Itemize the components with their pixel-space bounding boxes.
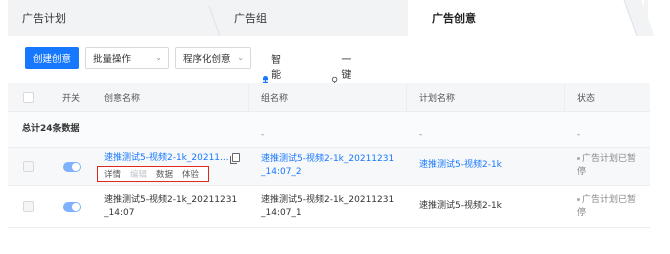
column-header-plan-name: 计划名称 xyxy=(419,94,456,104)
create-creative-button[interactable]: 创建创意 xyxy=(25,47,79,69)
group-name-link[interactable]: 速推测试5-视频2-1k_20211231 _14:07_2 xyxy=(261,153,394,179)
status-text: 广告计划已暂 停 xyxy=(577,194,636,220)
total-count: 总计24条数据 xyxy=(22,124,80,134)
table-header: 开关 创意名称 组名称 计划名称 状态 xyxy=(8,83,650,112)
select-all-checkbox[interactable] xyxy=(23,92,34,103)
creative-name-line: _14:07 xyxy=(104,208,135,218)
total-group-value: - xyxy=(261,130,265,140)
status-text: 广告计划已暂 停 xyxy=(577,153,636,179)
group-name-line: 速推测试5-视频2-1k_20211231 xyxy=(261,195,395,205)
creative-name-link[interactable]: 速推测试5-视频2-1k_20211... xyxy=(104,152,229,165)
tab-ad-plan[interactable]: 广告计划 xyxy=(22,0,66,36)
plan-name-text[interactable]: 速推测试5-视频2-1k xyxy=(419,200,502,213)
group-name-line: _14:07_2 xyxy=(261,167,302,177)
plan-name-link[interactable]: 速推测试5-视频2-1k xyxy=(419,159,502,172)
status-line-text: 广告计划已暂 xyxy=(582,154,637,164)
status-line-text: 广告计划已暂 xyxy=(582,195,637,205)
status-dot-icon xyxy=(577,198,580,201)
total-plan-value: - xyxy=(419,130,423,140)
column-header-creative-name: 创意名称 xyxy=(104,94,141,104)
bulk-operation-label: 批量操作 xyxy=(93,54,132,65)
preview-action[interactable]: 体验 xyxy=(182,168,199,180)
bulk-operation-select[interactable]: 批量操作 ⌄ xyxy=(85,47,169,69)
table-row-total: 总计24条数据 - - - xyxy=(8,112,650,148)
group-name-line: 速推测试5-视频2-1k_20211231 xyxy=(261,154,395,164)
table-row[interactable]: 速推测试5-视频2-1k_20211... 详情 编辑 数据 体验 速推测试5-… xyxy=(8,148,650,186)
chevron-down-icon: ⌄ xyxy=(237,53,244,62)
status-line: 广告计划已暂 xyxy=(577,153,636,166)
creative-name-text[interactable]: 速推测试5-视频2-1k_20211231 _14:07 xyxy=(104,194,237,220)
row-switch-toggle[interactable] xyxy=(63,202,81,212)
data-action[interactable]: 数据 xyxy=(156,168,173,180)
tab-divider xyxy=(208,6,234,36)
tab-ad-creative[interactable]: 广告创意 xyxy=(432,0,476,36)
status-line: 广告计划已暂 xyxy=(577,194,636,207)
chevron-down-icon: ⌄ xyxy=(155,53,162,62)
status-line: 停 xyxy=(577,208,587,218)
tab-ad-group[interactable]: 广告组 xyxy=(234,0,267,36)
row-actions: 详情 编辑 数据 体验 xyxy=(97,166,209,182)
row-checkbox[interactable] xyxy=(23,201,34,212)
column-header-group-name: 组名称 xyxy=(261,94,289,104)
total-status-value: - xyxy=(577,130,581,140)
status-line: 停 xyxy=(577,167,587,177)
row-switch-toggle[interactable] xyxy=(63,162,81,172)
programmatic-creative-select[interactable]: 程序化创意 ⌄ xyxy=(175,47,251,69)
tab-bar: 广告计划 广告组 广告创意 xyxy=(8,0,655,36)
group-name-line: _14:07_1 xyxy=(261,208,302,218)
column-header-switch: 开关 xyxy=(62,94,81,104)
row-checkbox[interactable] xyxy=(23,161,34,172)
status-dot-icon xyxy=(577,157,580,160)
group-name-text[interactable]: 速推测试5-视频2-1k_20211231 _14:07_1 xyxy=(261,194,394,220)
copy-icon[interactable] xyxy=(230,153,240,164)
detail-action[interactable]: 详情 xyxy=(104,168,121,180)
table-row[interactable]: 速推测试5-视频2-1k_20211231 _14:07 速推测试5-视频2-1… xyxy=(8,186,650,228)
programmatic-creative-label: 程序化创意 xyxy=(183,54,231,65)
edit-action[interactable]: 编辑 xyxy=(130,168,147,180)
creative-name-line: 速推测试5-视频2-1k_20211231 xyxy=(104,195,238,205)
column-header-status: 状态 xyxy=(577,94,596,104)
